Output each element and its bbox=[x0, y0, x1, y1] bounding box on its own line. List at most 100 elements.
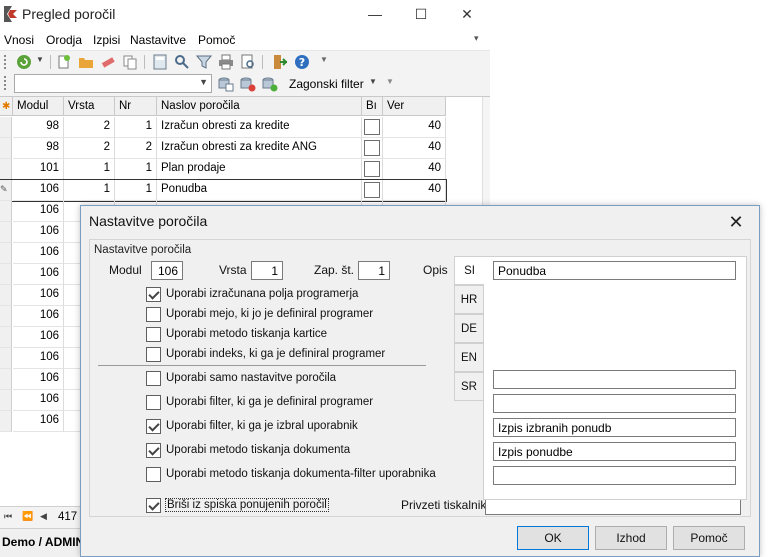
cell-modul[interactable]: 106 bbox=[13, 264, 64, 285]
refresh-icon[interactable] bbox=[16, 54, 32, 70]
tab-hr[interactable]: HR bbox=[454, 285, 484, 314]
row-checkbox[interactable] bbox=[364, 182, 380, 198]
first-record-icon[interactable]: ⏮ bbox=[4, 511, 12, 522]
cell-ver[interactable]: 40 bbox=[383, 159, 446, 180]
option-checkbox[interactable] bbox=[146, 287, 161, 302]
vrsta-field[interactable]: 1 bbox=[251, 261, 283, 280]
option-checkbox[interactable] bbox=[146, 467, 161, 482]
new-document-icon[interactable] bbox=[56, 54, 72, 70]
opis-extra-field-2[interactable] bbox=[493, 394, 736, 413]
cell-naslov[interactable]: Izračun obresti za kredite ANG bbox=[157, 138, 362, 159]
row-checkbox[interactable] bbox=[364, 119, 380, 135]
tab-en[interactable]: EN bbox=[454, 343, 484, 372]
cell-modul[interactable]: 101 bbox=[13, 159, 64, 180]
cell-modul[interactable]: 106 bbox=[13, 222, 64, 243]
cell-naslov[interactable]: Izračun obresti za kredite bbox=[157, 117, 362, 138]
menu-nastavitve[interactable]: Nastavitve bbox=[130, 33, 186, 47]
exit-icon[interactable] bbox=[272, 54, 288, 70]
menu-izpisi[interactable]: Izpisi bbox=[93, 33, 120, 47]
new-row-icon[interactable]: ✱ bbox=[0, 97, 13, 116]
database-add-icon[interactable] bbox=[262, 76, 278, 92]
cell-naslov[interactable]: Plan prodaje bbox=[157, 159, 362, 180]
refresh-dropdown-icon[interactable]: ▼ bbox=[36, 55, 44, 64]
minimize-button[interactable]: — bbox=[352, 0, 398, 30]
help-dropdown-icon[interactable]: ▼ bbox=[320, 55, 328, 64]
col-naslov[interactable]: Naslov poročila bbox=[157, 97, 362, 116]
tab-si[interactable]: SI bbox=[454, 256, 484, 285]
tab-de[interactable]: DE bbox=[454, 314, 484, 343]
col-ver[interactable]: Ver bbox=[383, 97, 446, 116]
cell-vrsta[interactable]: 1 bbox=[64, 180, 115, 201]
menu-vnosi[interactable]: Vnosi bbox=[4, 33, 34, 47]
prev-page-icon[interactable]: ⏪ bbox=[22, 511, 33, 522]
cell-vrsta[interactable]: 2 bbox=[64, 117, 115, 138]
option-checkbox[interactable] bbox=[146, 327, 161, 342]
close-window-button[interactable]: ✕ bbox=[444, 0, 490, 30]
startup-filter-dropdown-icon[interactable]: ▼ bbox=[369, 77, 377, 86]
database-remove-icon[interactable] bbox=[240, 76, 256, 92]
cell-ver[interactable]: 40 bbox=[383, 138, 446, 159]
exit-button[interactable]: Izhod bbox=[595, 526, 667, 550]
open-folder-icon[interactable] bbox=[78, 54, 94, 70]
col-nr[interactable]: Nr bbox=[115, 97, 157, 116]
print-preview-icon[interactable] bbox=[240, 54, 256, 70]
cell-nr[interactable]: 1 bbox=[115, 180, 157, 201]
cell-naslov[interactable]: Ponudba bbox=[157, 180, 362, 201]
cell-modul[interactable]: 106 bbox=[13, 306, 64, 327]
col-modul[interactable]: Modul bbox=[13, 97, 64, 116]
opis-field[interactable]: Ponudba bbox=[493, 261, 736, 280]
cell-modul[interactable]: 106 bbox=[13, 285, 64, 306]
cell-modul[interactable]: 98 bbox=[13, 117, 64, 138]
eraser-icon[interactable] bbox=[100, 54, 116, 70]
cell-nr[interactable]: 2 bbox=[115, 138, 157, 159]
menu-overflow-icon[interactable]: ▾ bbox=[474, 33, 479, 44]
option-checkbox[interactable] bbox=[146, 419, 161, 434]
cell-ver[interactable]: 40 bbox=[383, 180, 446, 201]
maximize-button[interactable]: ☐ bbox=[398, 0, 444, 30]
table-row[interactable]: ✎ 106 1 1 Ponudba 40 bbox=[0, 179, 447, 202]
table-row[interactable]: 98 2 2 Izračun obresti za kredite ANG 40 bbox=[0, 138, 446, 159]
option-checkbox[interactable] bbox=[146, 395, 161, 410]
row-checkbox[interactable] bbox=[364, 161, 380, 177]
calculator-icon[interactable] bbox=[152, 54, 168, 70]
tab-sr[interactable]: SR bbox=[454, 372, 484, 401]
print-icon[interactable] bbox=[218, 54, 234, 70]
cell-modul[interactable]: 106 bbox=[13, 369, 64, 390]
option-checkbox[interactable] bbox=[146, 371, 161, 386]
cell-bi[interactable] bbox=[362, 159, 383, 180]
table-row[interactable]: 98 2 1 Izračun obresti za kredite 40 bbox=[0, 117, 446, 138]
database-grid-icon[interactable] bbox=[218, 76, 234, 92]
filter-icon[interactable] bbox=[196, 54, 212, 70]
remove-from-list-checkbox[interactable] bbox=[146, 498, 161, 513]
cell-bi[interactable] bbox=[362, 138, 383, 159]
option-checkbox[interactable] bbox=[146, 347, 161, 362]
cell-modul[interactable]: 106 bbox=[13, 327, 64, 348]
col-vrsta[interactable]: Vrsta bbox=[64, 97, 115, 116]
modul-field[interactable]: 106 bbox=[151, 261, 183, 280]
cell-modul[interactable]: 106 bbox=[13, 411, 64, 432]
cell-modul[interactable]: 106 bbox=[13, 348, 64, 369]
copy-icon[interactable] bbox=[122, 54, 138, 70]
option-checkbox[interactable] bbox=[146, 443, 161, 458]
help-icon[interactable]: ? bbox=[294, 54, 310, 70]
cell-modul[interactable]: 98 bbox=[13, 138, 64, 159]
zap-field[interactable]: 1 bbox=[358, 261, 390, 280]
cell-modul[interactable]: 106 bbox=[13, 180, 64, 201]
opis-offer-print-field[interactable]: Izpis ponudbe bbox=[493, 442, 736, 461]
opis-extra-field-1[interactable] bbox=[493, 370, 736, 389]
cell-nr[interactable]: 1 bbox=[115, 117, 157, 138]
cell-vrsta[interactable]: 2 bbox=[64, 138, 115, 159]
option-checkbox[interactable] bbox=[146, 307, 161, 322]
cell-modul[interactable]: 106 bbox=[13, 243, 64, 264]
cell-bi[interactable] bbox=[362, 180, 383, 201]
col-bi[interactable]: Bı bbox=[362, 97, 383, 116]
cell-modul[interactable]: 106 bbox=[13, 390, 64, 411]
cell-nr[interactable]: 1 bbox=[115, 159, 157, 180]
help-button[interactable]: Pomoč bbox=[673, 526, 745, 550]
prev-record-icon[interactable]: ◀ bbox=[40, 511, 47, 522]
ok-button[interactable]: OK bbox=[517, 526, 589, 550]
menu-orodja[interactable]: Orodja bbox=[46, 33, 82, 47]
cell-vrsta[interactable]: 1 bbox=[64, 159, 115, 180]
opis-selected-offers-field[interactable]: Izpis izbranih ponudb bbox=[493, 418, 736, 437]
opis-extra-field-3[interactable] bbox=[493, 466, 736, 485]
